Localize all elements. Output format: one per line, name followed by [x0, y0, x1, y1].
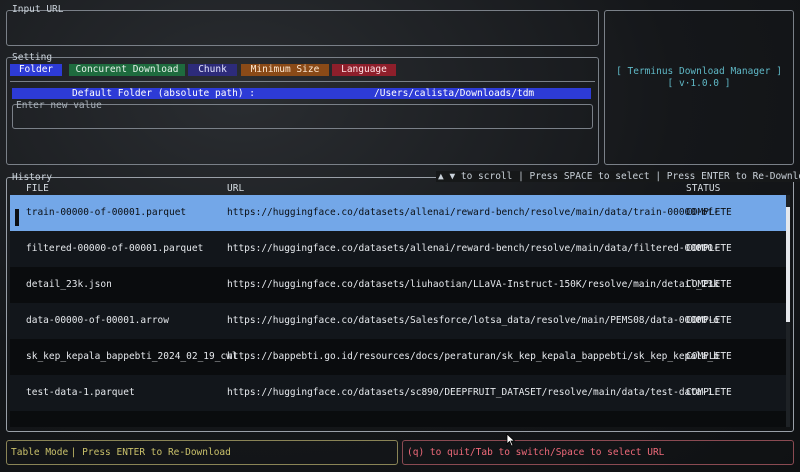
row-file: train-00000-of-00001.parquet	[26, 207, 187, 218]
app-version: [ v·1.0.0 ]	[667, 78, 731, 89]
keys-hint: (q) to quit/Tab to switch/Space to selec…	[407, 447, 665, 458]
app-info-panel: [ Terminus Download Manager ] [ v·1.0.0 …	[604, 10, 794, 165]
row-file: test-data-1.parquet	[26, 387, 135, 398]
row-status: COMPLETE	[686, 243, 732, 254]
scrollbar-thumb[interactable]	[786, 207, 790, 322]
column-header-status: STATUS	[686, 183, 721, 194]
column-header-url: URL	[227, 183, 245, 194]
tab-folder[interactable]: Folder	[10, 64, 62, 76]
setting-label: Setting	[12, 52, 53, 63]
table-row[interactable]: sk_kep_kepala_bappebti_2024_02_19_cwl ht…	[10, 339, 788, 375]
row-file: data-00000-of-00001.arrow	[26, 315, 169, 326]
row-status: COMPLETE	[686, 207, 732, 218]
input-url-field[interactable]	[11, 23, 594, 37]
table-row[interactable]: data-00000-of-00001.arrow https://huggin…	[10, 303, 788, 339]
terminal-window: { "input_url": { "label": "Input URL", "…	[0, 0, 800, 472]
table-row[interactable]: test-data-1.parquet https://huggingface.…	[10, 375, 788, 411]
tab-chunk[interactable]: Chunk	[188, 64, 237, 76]
row-status: COMPLETE	[686, 315, 732, 326]
tab-language[interactable]: Language	[332, 64, 396, 76]
row-selected-marker	[15, 209, 19, 226]
tabs-divider	[10, 81, 595, 82]
tab-concurent-download[interactable]: Concurent Download	[69, 64, 185, 76]
mouse-cursor-icon	[506, 433, 516, 447]
row-url: https://huggingface.co/datasets/allenai/…	[227, 243, 719, 254]
row-status: COMPLETE	[686, 351, 732, 362]
app-title: [ Terminus Download Manager ]	[616, 66, 782, 77]
mode-hint: | Press ENTER to Re-Download	[65, 447, 231, 458]
row-url: https://bappebti.go.id/resources/docs/pe…	[227, 351, 719, 362]
new-value-input[interactable]	[17, 113, 588, 125]
history-scrollbar[interactable]	[786, 195, 790, 427]
row-url: https://huggingface.co/datasets/allenai/…	[227, 207, 719, 218]
keys-status-panel: (q) to quit/Tab to switch/Space to selec…	[402, 440, 794, 465]
input-url-label: Input URL	[12, 4, 64, 15]
row-url: https://huggingface.co/datasets/liuhaoti…	[227, 279, 719, 290]
table-row[interactable]: filtered-00000-of-00001.parquet https://…	[10, 231, 788, 267]
mode-label: Table Mode	[11, 447, 69, 458]
new-value-panel: Enter new value	[12, 100, 593, 129]
folder-setting-row[interactable]: Default Folder (absolute path) : /Users/…	[12, 88, 591, 99]
tab-minimum-size[interactable]: Minimum Size	[241, 64, 329, 76]
history-scroll-hint: ▲ ▼ to scroll | Press SPACE to select | …	[436, 171, 800, 182]
row-status: COMPLETE	[686, 387, 732, 398]
row-file: sk_kep_kepala_bappebti_2024_02_19_cwl	[26, 351, 238, 362]
row-url: https://huggingface.co/datasets/sc890/DE…	[227, 387, 719, 398]
input-url-panel: Input URL	[6, 4, 599, 46]
column-header-file: FILE	[26, 183, 49, 194]
row-url: https://huggingface.co/datasets/Salesfor…	[227, 315, 719, 326]
folder-setting-label: Default Folder (absolute path) :	[72, 88, 256, 99]
folder-setting-value: /Users/calista/Downloads/tdm	[374, 88, 535, 99]
mode-status-panel: Table Mode | Press ENTER to Re-Download	[6, 440, 398, 465]
row-file: filtered-00000-of-00001.parquet	[26, 243, 204, 254]
table-row[interactable]: train-00000-of-00001.parquet https://hug…	[10, 195, 788, 231]
table-row[interactable]: detail_23k.json https://huggingface.co/d…	[10, 267, 788, 303]
row-file: detail_23k.json	[26, 279, 112, 290]
new-value-label: Enter new value	[16, 100, 102, 111]
row-status: COMPLETE	[686, 279, 732, 290]
